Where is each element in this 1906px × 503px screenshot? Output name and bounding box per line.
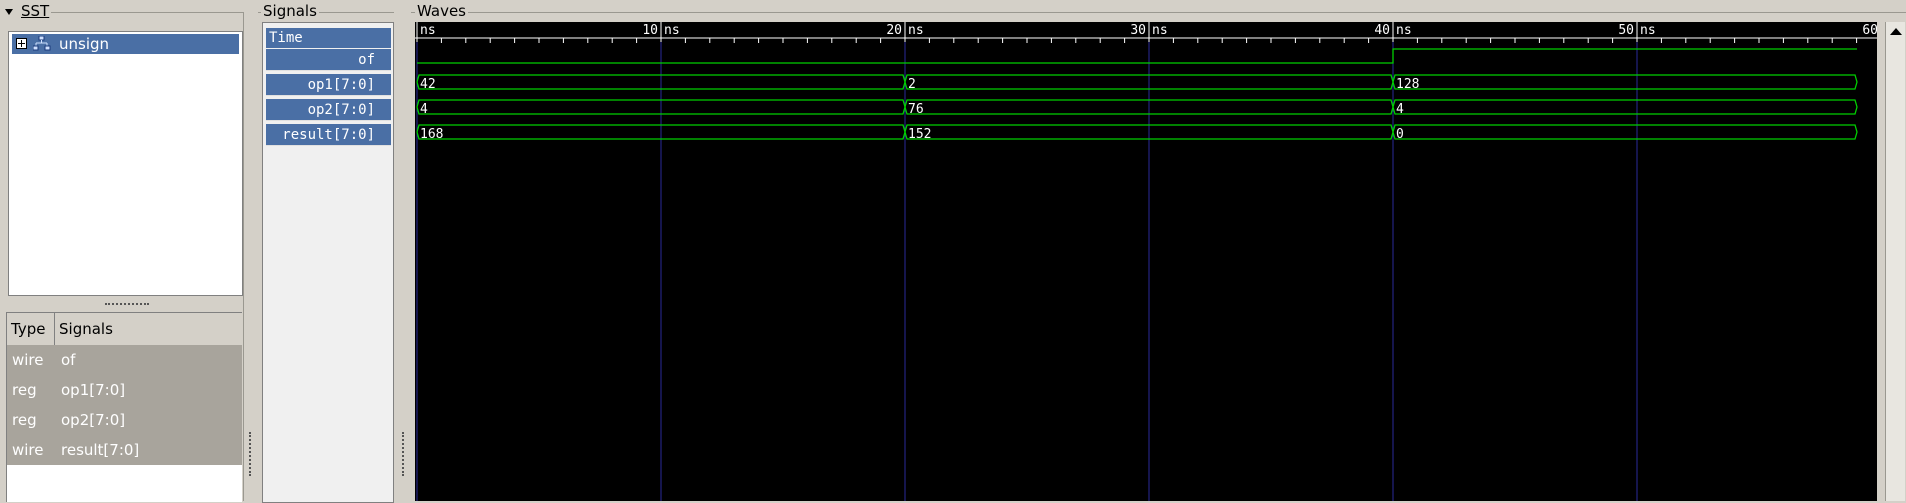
time-tick-label: 30 (1130, 23, 1146, 38)
row-signal: op2[7:0] (61, 411, 126, 429)
waveform-canvas[interactable]: 0ns10ns20ns30ns40ns50ns60ns4221284764168… (415, 22, 1877, 501)
waveform-viewer[interactable]: 0ns10ns20ns30ns40ns50ns60ns4221284764168… (415, 22, 1877, 501)
tree-item-label: unsign (59, 35, 110, 53)
row-signal: op1[7:0] (61, 381, 126, 399)
table-row[interactable]: reg op1[7:0] (7, 375, 242, 405)
tree-item-unsign[interactable]: unsign (12, 34, 239, 54)
signals-list[interactable]: Time of op1[7:0] op2[7:0] result[7:0] (262, 22, 394, 503)
row-type: reg (12, 381, 37, 399)
bus-value-label: 2 (908, 77, 916, 92)
sst-label: SST (19, 2, 52, 20)
row-type: reg (12, 411, 37, 429)
row-signal: of (61, 351, 76, 369)
signals-label: Signals (261, 2, 319, 20)
time-tick-label: 50 (1618, 23, 1634, 38)
bus-value-label: 4 (1396, 102, 1404, 117)
signal-op1[interactable]: op1[7:0] (266, 74, 391, 96)
vertical-scrollbar[interactable] (1885, 22, 1905, 501)
bus-segment (1392, 99, 1858, 115)
bus-segment (1392, 74, 1858, 90)
time-tick-unit: ns (1152, 23, 1168, 38)
bus-value-label: 4 (420, 102, 428, 117)
sst-frame-top (20, 12, 244, 13)
row-signal: result[7:0] (61, 441, 140, 459)
table-row[interactable]: reg op2[7:0] (7, 405, 242, 435)
bus-value-label: 42 (420, 77, 436, 92)
bus-segment (1392, 124, 1858, 140)
sst-tree[interactable]: unsign (8, 31, 243, 296)
time-tick-unit: ns (1640, 23, 1656, 38)
signal-result[interactable]: result[7:0] (266, 124, 391, 146)
table-header: Type Signals (7, 313, 242, 346)
sst-pane-splitter[interactable] (105, 303, 149, 308)
signal-of[interactable]: of (266, 49, 391, 71)
bus-value-label: 152 (908, 127, 931, 142)
bus-value-label: 76 (908, 102, 924, 117)
column-header-signals[interactable]: Signals (55, 313, 242, 345)
left-pane-splitter[interactable] (249, 432, 254, 476)
time-tick-label: 20 (886, 23, 902, 38)
time-tick-unit: ns (1396, 23, 1412, 38)
waves-frame-top (411, 12, 1906, 13)
time-tick-label: 10 (642, 23, 658, 38)
expand-icon[interactable] (16, 38, 27, 49)
time-tick-label: 60 (1862, 23, 1877, 38)
row-type: wire (12, 351, 44, 369)
signal-type-table[interactable]: Type Signals wire of reg op1[7:0] reg op… (6, 312, 242, 502)
sst-collapse-arrow[interactable] (5, 9, 13, 15)
bus-value-label: 0 (1396, 127, 1404, 142)
time-tick-unit: ns (664, 23, 680, 38)
trace-of (417, 48, 1857, 64)
time-header: Time (266, 28, 391, 48)
row-type: wire (12, 441, 44, 459)
pane-divider (243, 12, 244, 501)
time-tick-label: 40 (1374, 23, 1390, 38)
column-header-type[interactable]: Type (7, 313, 55, 345)
bus-value-label: 168 (420, 127, 443, 142)
time-tick-unit: ns (908, 23, 924, 38)
bus-value-label: 128 (1396, 77, 1419, 92)
signal-op2[interactable]: op2[7:0] (266, 99, 391, 121)
time-tick-unit: ns (420, 23, 436, 38)
table-row[interactable]: wire of (7, 345, 242, 375)
waves-label: Waves (415, 2, 468, 20)
table-row[interactable]: wire result[7:0] (7, 435, 242, 465)
scroll-up-icon[interactable] (1890, 28, 1902, 35)
signals-pane-splitter[interactable] (402, 432, 407, 476)
module-hierarchy-icon (33, 36, 51, 51)
